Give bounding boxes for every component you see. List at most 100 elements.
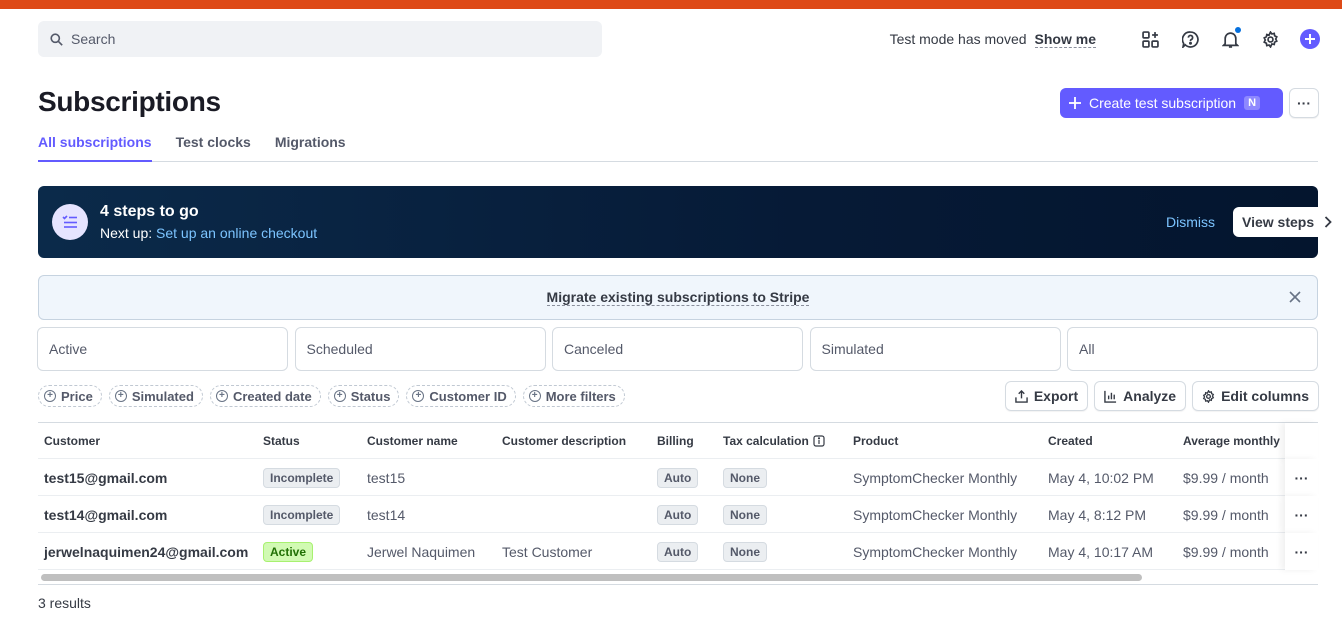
- cell-average-monthly: $9.99 / month: [1183, 506, 1269, 523]
- search-input[interactable]: Search: [38, 21, 602, 57]
- analyze-button[interactable]: Analyze: [1094, 381, 1187, 411]
- plus-circle-icon: +: [528, 390, 541, 402]
- show-me-link[interactable]: Show me: [1034, 31, 1096, 48]
- search-icon: [50, 32, 63, 46]
- cell-billing: Auto: [657, 496, 699, 533]
- tab-test-clocks[interactable]: Test clocks: [176, 134, 251, 162]
- cell-customer[interactable]: test15@gmail.com: [44, 459, 167, 496]
- export-label: Export: [1033, 388, 1079, 404]
- scrollbar-thumb[interactable]: [41, 574, 1142, 581]
- table-row[interactable]: test15@gmail.com Incomplete test15 Auto …: [38, 459, 1318, 496]
- more-options-button[interactable]: ···: [1289, 88, 1319, 118]
- bell-icon[interactable]: [1220, 27, 1241, 49]
- tax-badge: None: [723, 467, 767, 488]
- cell-billing: Auto: [657, 459, 699, 496]
- horizontal-scrollbar[interactable]: [38, 571, 1318, 585]
- info-icon[interactable]: [813, 435, 825, 447]
- cell-customer-name: Jerwel Naquimen: [367, 543, 476, 560]
- status-badge: Active: [263, 541, 314, 562]
- filter-label: More filters: [545, 388, 616, 404]
- column-header-product[interactable]: Product: [853, 423, 898, 459]
- table-header-row: Customer Status Customer name Customer d…: [38, 423, 1318, 460]
- billing-badge: Auto: [657, 504, 699, 525]
- tax-badge: None: [723, 541, 767, 562]
- cell-created: May 4, 8:12 PM: [1048, 506, 1147, 523]
- gear-icon: [1202, 389, 1215, 403]
- chevron-right-icon: [1324, 216, 1332, 228]
- tab-all-subscriptions[interactable]: All subscriptions: [38, 134, 152, 162]
- banner-title: 4 steps to go: [100, 203, 199, 220]
- results-count: 3 results: [38, 595, 91, 611]
- keyboard-shortcut-badge: N: [1244, 96, 1261, 110]
- column-header-average-monthly[interactable]: Average monthly: [1183, 423, 1285, 459]
- cell-status: Incomplete: [263, 496, 341, 533]
- column-header-created[interactable]: Created: [1048, 423, 1093, 459]
- cell-customer[interactable]: jerwelnaquimen24@gmail.com: [44, 533, 248, 570]
- filter-more[interactable]: + More filters: [522, 385, 625, 407]
- filter-label: Simulated: [131, 388, 194, 404]
- chart-icon: [1104, 390, 1117, 403]
- subscription-tabs: All subscriptions Test clocks Migrations: [38, 134, 1318, 162]
- filter-chips: + Price + Simulated + Created date + Status …: [38, 385, 632, 407]
- filter-price[interactable]: + Price: [38, 385, 102, 407]
- checklist-icon: [52, 204, 88, 240]
- row-more-button[interactable]: ···: [1285, 533, 1318, 570]
- column-header-customer-name[interactable]: Customer name: [367, 423, 458, 459]
- migrate-notice: Migrate existing subscriptions to Stripe: [38, 275, 1318, 320]
- cell-customer[interactable]: test14@gmail.com: [44, 496, 167, 533]
- cell-product: SymptomChecker Monthly: [853, 543, 1018, 560]
- cell-average-monthly: $9.99 / month: [1183, 543, 1269, 560]
- cell-average-monthly: $9.99 / month: [1183, 469, 1269, 486]
- column-header-billing[interactable]: Billing: [657, 423, 694, 459]
- search-placeholder: Search: [71, 31, 116, 47]
- top-accent-bar: [0, 0, 1342, 9]
- cell-product: SymptomChecker Monthly: [853, 506, 1018, 523]
- export-button[interactable]: Export: [1004, 381, 1089, 411]
- status-badge: Incomplete: [263, 504, 341, 525]
- gear-icon[interactable]: [1260, 29, 1280, 49]
- help-icon[interactable]: [1180, 29, 1200, 49]
- status-card-simulated[interactable]: Simulated: [809, 327, 1061, 371]
- migrate-link[interactable]: Migrate existing subscriptions to Stripe: [546, 289, 810, 306]
- cell-created: May 4, 10:17 AM: [1048, 543, 1154, 560]
- view-steps-button[interactable]: View steps: [1233, 207, 1342, 237]
- filter-created-date[interactable]: + Created date: [209, 385, 321, 407]
- tax-calculation-label: Tax calculation: [723, 434, 809, 448]
- banner-next-up: Next up: Set up an online checkout: [100, 225, 317, 241]
- header-spacer: [1285, 423, 1318, 460]
- filter-customer-id[interactable]: + Customer ID: [406, 385, 516, 407]
- edit-columns-label: Edit columns: [1221, 388, 1309, 404]
- column-header-customer-description[interactable]: Customer description: [502, 423, 626, 459]
- table-actions: Export Analyze Edit columns: [999, 381, 1319, 411]
- status-card-canceled[interactable]: Canceled: [552, 327, 803, 371]
- create-plus-icon[interactable]: [1300, 29, 1320, 49]
- close-icon[interactable]: [1289, 291, 1301, 303]
- filter-label: Status: [350, 388, 391, 404]
- status-card-all[interactable]: All: [1067, 327, 1318, 371]
- status-card-scheduled[interactable]: Scheduled: [294, 327, 546, 371]
- apps-icon[interactable]: [1140, 29, 1160, 49]
- row-more-button[interactable]: ···: [1285, 459, 1318, 496]
- filter-label: Customer ID: [429, 388, 507, 404]
- plus-circle-icon: +: [215, 390, 228, 402]
- header-actions: Test mode has moved Show me: [890, 24, 1320, 54]
- filter-simulated[interactable]: + Simulated: [108, 385, 203, 407]
- table-row[interactable]: test14@gmail.com Incomplete test14 Auto …: [38, 496, 1318, 533]
- status-card-active[interactable]: Active: [37, 327, 288, 371]
- plus-circle-icon: +: [333, 390, 346, 402]
- row-more-button[interactable]: ···: [1285, 496, 1318, 533]
- page-title: Subscriptions: [38, 86, 221, 117]
- tab-migrations[interactable]: Migrations: [275, 134, 346, 162]
- table-row[interactable]: jerwelnaquimen24@gmail.com Active Jerwel…: [38, 533, 1318, 570]
- create-test-subscription-button[interactable]: Create test subscription N: [1060, 88, 1283, 118]
- plus-circle-icon: +: [114, 390, 127, 402]
- next-up-link[interactable]: Set up an online checkout: [156, 225, 317, 241]
- column-header-status[interactable]: Status: [263, 423, 300, 459]
- dismiss-button[interactable]: Dismiss: [1166, 214, 1215, 230]
- filter-status[interactable]: + Status: [327, 385, 400, 407]
- edit-columns-button[interactable]: Edit columns: [1192, 381, 1319, 411]
- column-header-tax-calculation[interactable]: Tax calculation: [723, 423, 825, 459]
- column-header-customer[interactable]: Customer: [44, 423, 100, 459]
- cell-tax: None: [723, 459, 767, 496]
- plus-circle-icon: +: [412, 390, 425, 402]
